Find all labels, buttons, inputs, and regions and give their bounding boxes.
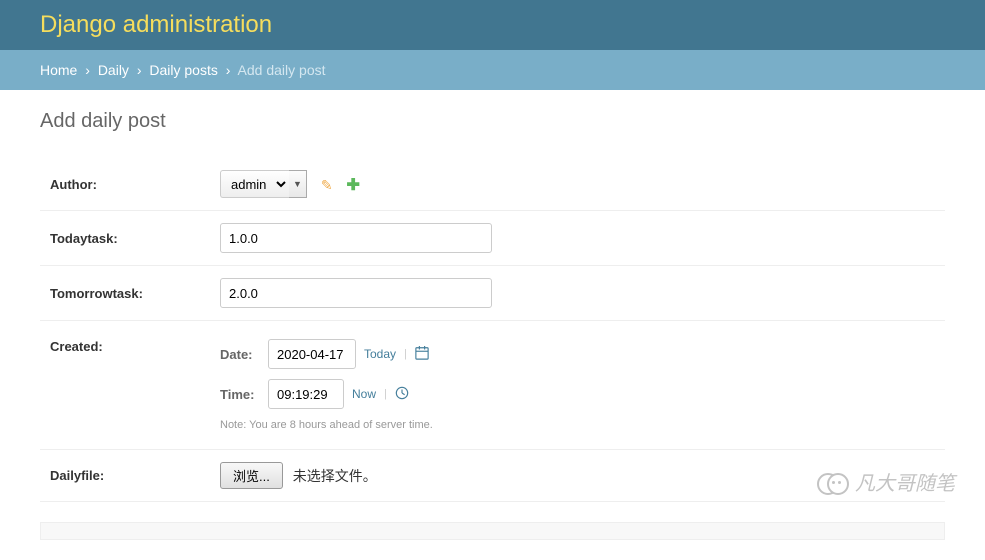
submit-row (40, 522, 945, 540)
breadcrumb-home[interactable]: Home (40, 62, 77, 78)
date-label: Date: (220, 347, 260, 362)
wechat-icon (817, 470, 847, 494)
time-label: Time: (220, 387, 260, 402)
pipe: | (384, 388, 387, 400)
date-input[interactable] (268, 339, 356, 369)
breadcrumb-dailyposts[interactable]: Daily posts (149, 62, 217, 78)
time-input[interactable] (268, 379, 344, 409)
calendar-icon[interactable] (415, 346, 429, 363)
row-todaytask: Todaytask: (40, 211, 945, 266)
clock-icon[interactable] (395, 386, 409, 403)
breadcrumb: Home › Daily › Daily posts › Add daily p… (0, 50, 985, 90)
chevron-down-icon[interactable]: ▼ (289, 170, 307, 198)
row-dailyfile: Dailyfile: 浏览... 未选择文件。 (40, 450, 945, 502)
now-link[interactable]: Now (352, 387, 376, 401)
breadcrumb-sep: › (85, 62, 90, 78)
today-link[interactable]: Today (364, 347, 396, 361)
breadcrumb-sep: › (226, 62, 231, 78)
watermark: 凡大哥随笔 (817, 467, 955, 496)
timezone-note: Note: You are 8 hours ahead of server ti… (220, 419, 935, 431)
tomorrowtask-input[interactable] (220, 278, 492, 308)
file-status: 未选择文件。 (293, 468, 377, 484)
row-tomorrowtask: Tomorrowtask: (40, 266, 945, 321)
pipe: | (404, 348, 407, 360)
breadcrumb-current: Add daily post (238, 62, 326, 78)
todaytask-input[interactable] (220, 223, 492, 253)
header: Django administration (0, 0, 985, 50)
page-title: Add daily post (40, 110, 945, 133)
dailyfile-label: Dailyfile: (50, 468, 220, 483)
todaytask-label: Todaytask: (50, 231, 220, 246)
row-author: Author: admin ▼ ✎ ✚ (40, 158, 945, 211)
author-label: Author: (50, 177, 220, 192)
row-created: Created: Date: Today | Time: Now | No (40, 321, 945, 450)
breadcrumb-sep: › (137, 62, 142, 78)
plus-icon[interactable]: ✚ (347, 175, 360, 195)
browse-button[interactable]: 浏览... (220, 462, 283, 489)
breadcrumb-daily[interactable]: Daily (98, 62, 129, 78)
pencil-icon[interactable]: ✎ (321, 177, 333, 194)
author-select[interactable]: admin (220, 170, 289, 198)
site-title: Django administration (40, 11, 272, 39)
watermark-text: 凡大哥随笔 (855, 467, 955, 496)
tomorrowtask-label: Tomorrowtask: (50, 286, 220, 301)
created-label: Created: (50, 339, 220, 354)
